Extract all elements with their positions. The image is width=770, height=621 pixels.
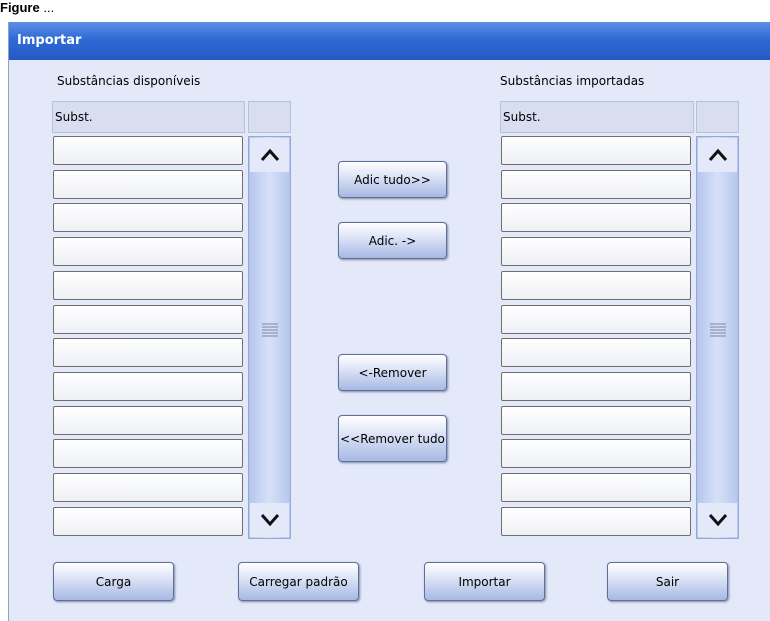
available-list-row[interactable] <box>53 439 243 468</box>
imported-list-row[interactable] <box>501 507 691 536</box>
available-list-row[interactable] <box>53 473 243 502</box>
available-scrollbar[interactable] <box>248 136 291 539</box>
import-dialog: Importar Substâncias disponíveis Subst. <box>8 22 770 621</box>
imported-list-row[interactable] <box>501 473 691 502</box>
imported-list-title: Substâncias importadas <box>500 74 645 88</box>
imported-list-row[interactable] <box>501 237 691 266</box>
available-list-row[interactable] <box>53 203 243 232</box>
load-button[interactable]: Carga <box>53 562 174 601</box>
available-list-row[interactable] <box>53 136 243 165</box>
load-default-button[interactable]: Carregar padrão <box>238 562 359 601</box>
imported-list <box>501 136 691 539</box>
imported-scrollbar[interactable] <box>696 136 739 539</box>
imported-list-row[interactable] <box>501 338 691 367</box>
chevron-down-icon <box>708 514 728 527</box>
available-list-title: Substâncias disponíveis <box>57 74 201 88</box>
available-scrollbar-header <box>248 101 291 133</box>
remove-all-button[interactable]: <<Remover tudo <box>338 415 447 462</box>
imported-list-row[interactable] <box>501 439 691 468</box>
imported-list-row[interactable] <box>501 406 691 435</box>
available-list-row[interactable] <box>53 170 243 199</box>
available-list-row[interactable] <box>53 507 243 536</box>
available-list-row[interactable] <box>53 271 243 300</box>
available-scroll-down-button[interactable] <box>250 503 289 537</box>
add-all-button[interactable]: Adic tudo>> <box>338 161 447 198</box>
available-list <box>53 136 243 539</box>
grip-lines-icon <box>710 323 726 337</box>
chevron-up-icon <box>260 148 280 161</box>
dialog-title: Importar <box>9 22 770 60</box>
imported-list-row[interactable] <box>501 372 691 401</box>
figure-number: ... <box>43 0 55 15</box>
page-header: Figure ... <box>0 0 770 18</box>
imported-column-header[interactable]: Subst. <box>500 101 694 133</box>
available-list-row[interactable] <box>53 338 243 367</box>
available-list-row[interactable] <box>53 372 243 401</box>
imported-scrollbar-header <box>696 101 739 133</box>
imported-list-row[interactable] <box>501 170 691 199</box>
available-column-header[interactable]: Subst. <box>52 101 245 133</box>
available-list-row[interactable] <box>53 406 243 435</box>
add-button[interactable]: Adic. -> <box>338 222 447 259</box>
imported-list-row[interactable] <box>501 136 691 165</box>
imported-list-row[interactable] <box>501 271 691 300</box>
available-scroll-thumb[interactable] <box>262 323 278 337</box>
available-list-row[interactable] <box>53 237 243 266</box>
figure-label: Figure <box>0 0 40 15</box>
import-button[interactable]: Importar <box>424 562 545 601</box>
imported-scroll-thumb[interactable] <box>710 323 726 337</box>
imported-scroll-up-button[interactable] <box>698 138 737 172</box>
available-scroll-up-button[interactable] <box>250 138 289 172</box>
grip-lines-icon <box>262 323 278 337</box>
remove-button[interactable]: <-Remover <box>338 354 447 391</box>
available-list-row[interactable] <box>53 305 243 334</box>
imported-list-row[interactable] <box>501 305 691 334</box>
chevron-down-icon <box>260 514 280 527</box>
exit-button[interactable]: Sair <box>607 562 728 601</box>
imported-list-row[interactable] <box>501 203 691 232</box>
chevron-up-icon <box>708 148 728 161</box>
imported-scroll-down-button[interactable] <box>698 503 737 537</box>
